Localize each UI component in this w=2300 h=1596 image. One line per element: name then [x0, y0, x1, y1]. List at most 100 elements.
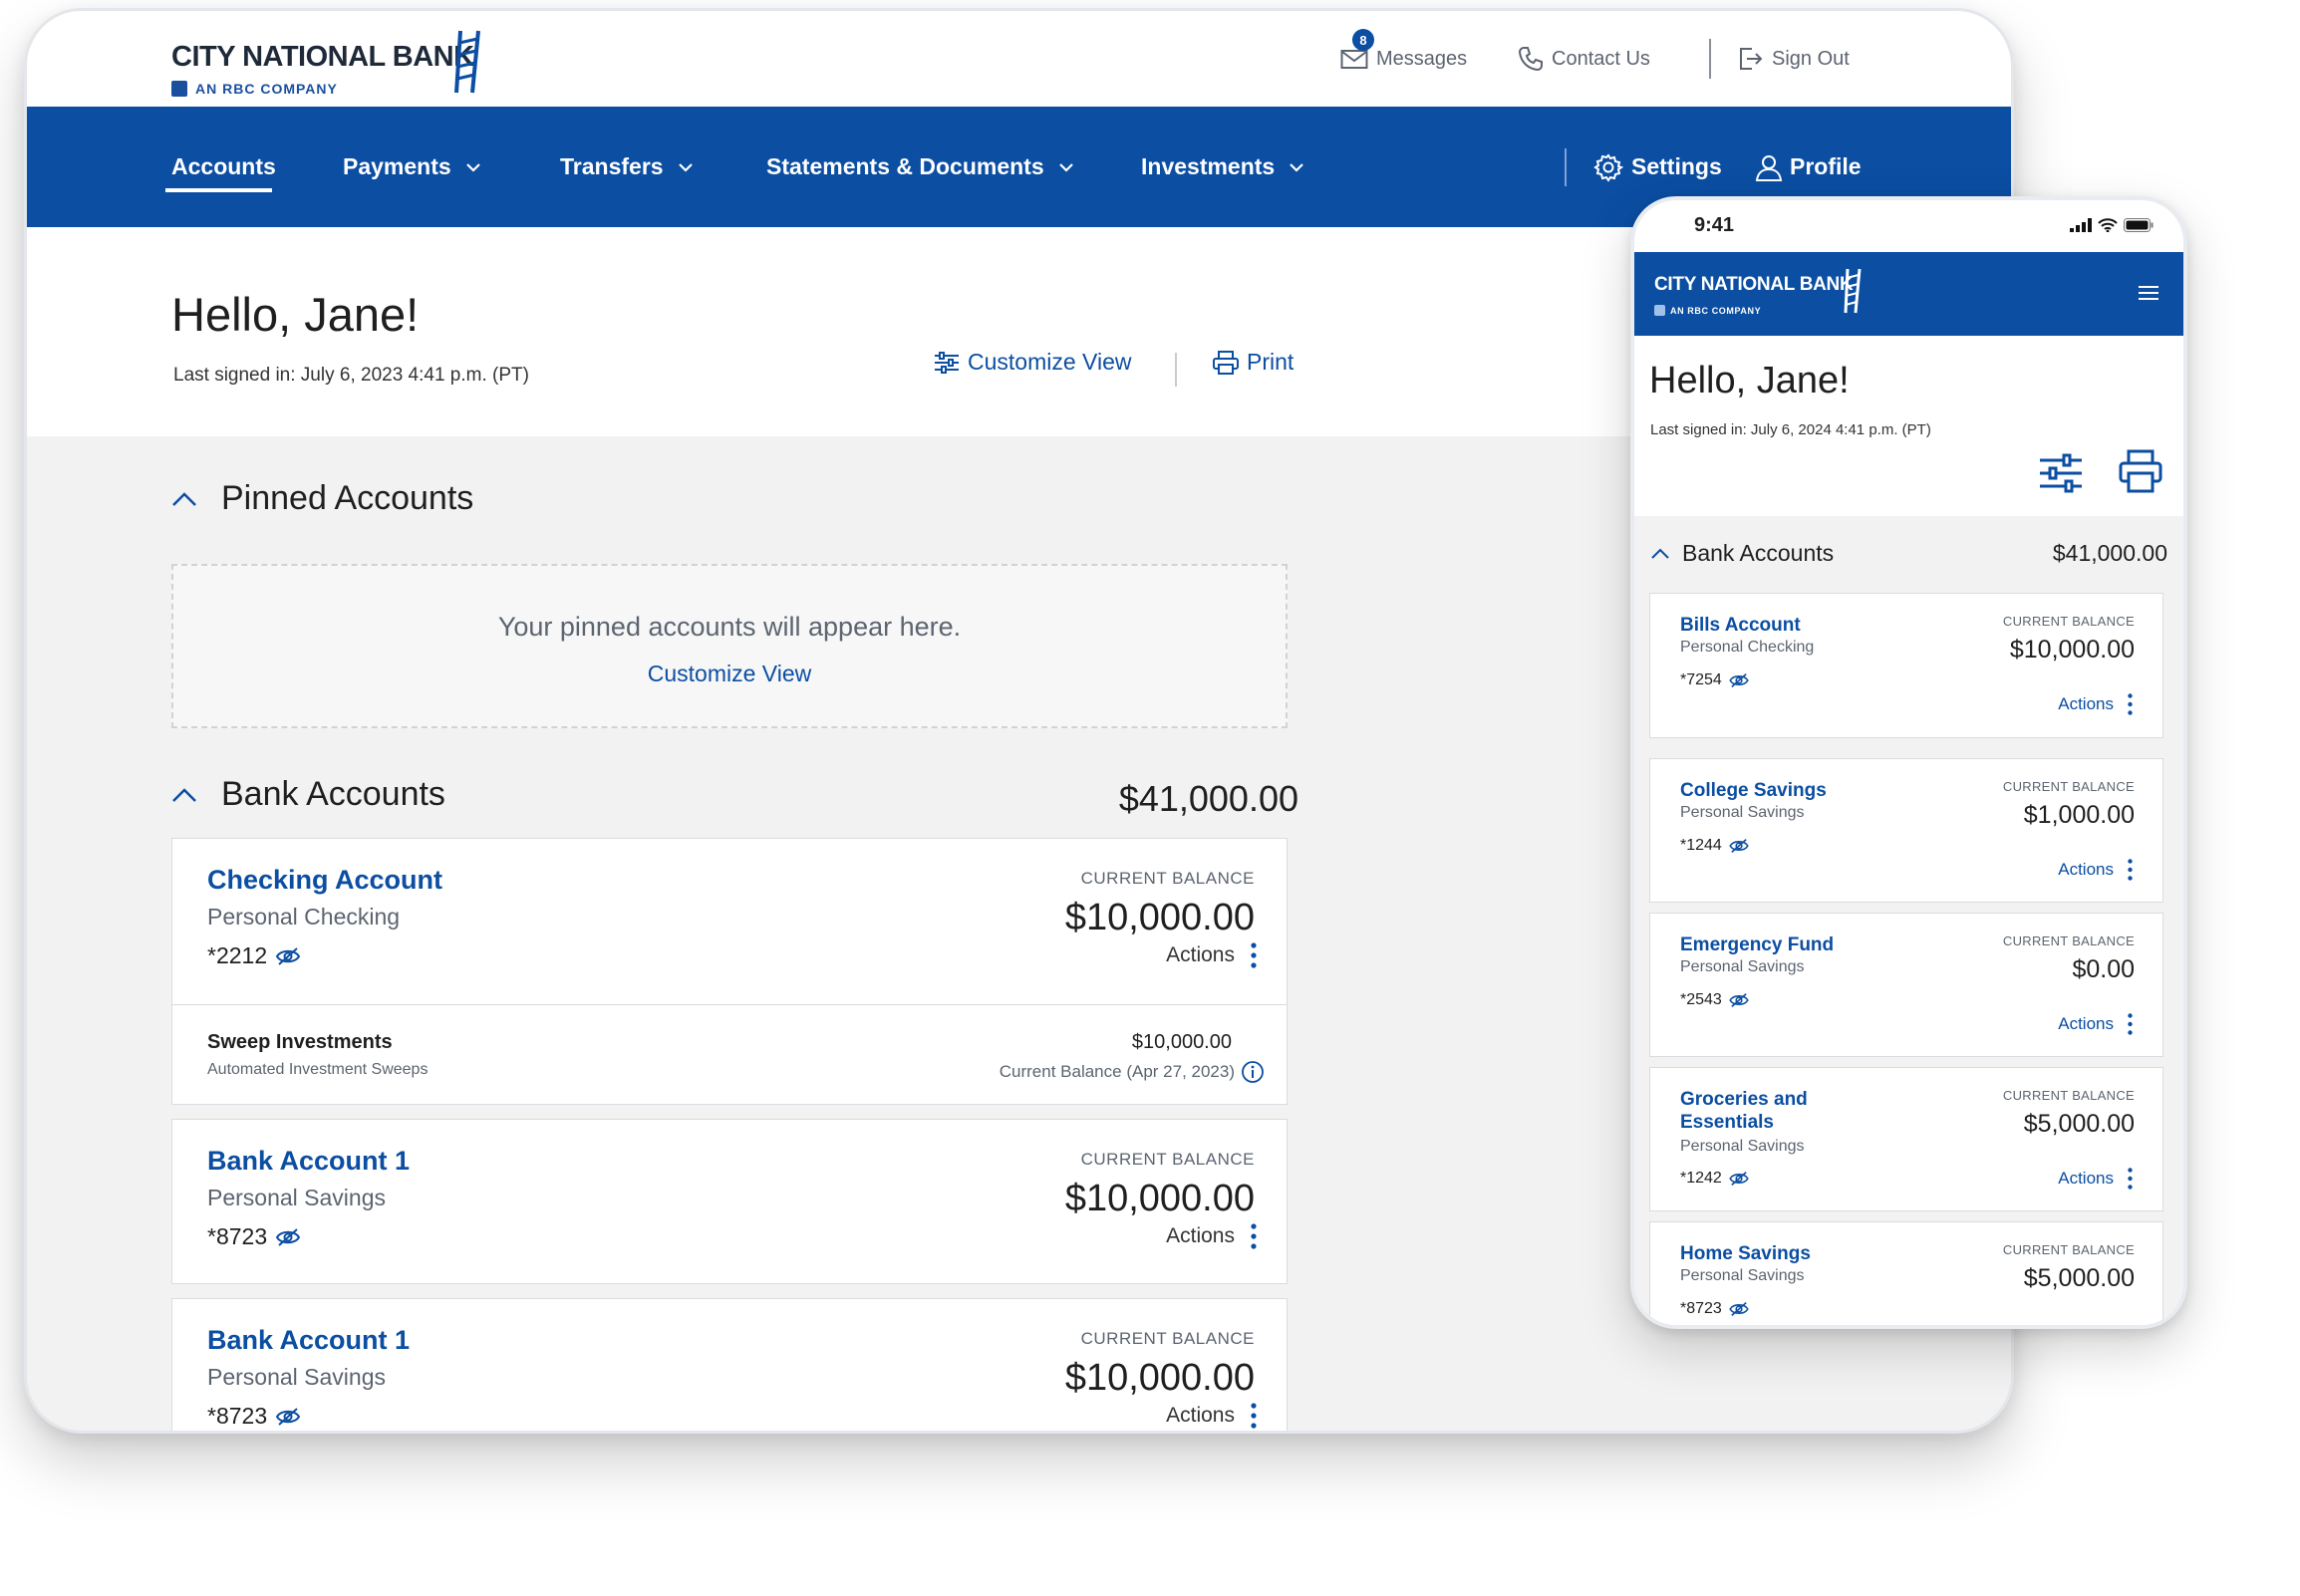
chevron-up-icon — [172, 491, 196, 506]
eye-slash-icon[interactable] — [1728, 1301, 1750, 1317]
wifi-icon — [2098, 218, 2118, 232]
mobile-status-bar: 9:41 — [1634, 200, 2183, 252]
sweep-balance-note: Current Balance (Apr 27, 2023) — [1000, 1060, 1265, 1084]
nav-payments[interactable]: Payments — [343, 107, 481, 227]
gear-icon — [1593, 152, 1623, 182]
actions-menu-button[interactable]: Actions — [2058, 1168, 2133, 1190]
actions-menu-button[interactable]: Actions — [1166, 1403, 1257, 1429]
account-number: *8723 — [207, 1223, 301, 1250]
chevron-down-icon — [465, 162, 480, 172]
nav-divider — [1565, 148, 1567, 186]
eye-slash-icon[interactable] — [1728, 672, 1750, 688]
account-number-text: *8723 — [207, 1403, 268, 1429]
eye-slash-icon[interactable] — [275, 946, 301, 966]
current-balance-value: $5,000.00 — [2023, 1110, 2135, 1138]
mobile-logo-wordmark[interactable]: City National Bank — [1654, 274, 1854, 296]
account-name-link[interactable]: Emergency Fund — [1680, 933, 1879, 956]
eye-slash-icon[interactable] — [275, 1227, 301, 1247]
rbc-mini-icon — [1654, 305, 1665, 316]
actions-label: Actions — [1166, 1404, 1235, 1427]
sliders-icon — [935, 351, 959, 374]
customize-view-link[interactable]: Customize View — [934, 349, 1131, 376]
actions-menu-button[interactable]: Actions — [2058, 693, 2133, 715]
pinned-accounts-title: Pinned Accounts — [221, 479, 474, 517]
account-name-link[interactable]: Home Savings — [1680, 1242, 1879, 1265]
account-number-text: *7254 — [1680, 671, 1722, 688]
account-number-text: *2212 — [207, 942, 268, 968]
page-title: Hello, Jane! — [171, 288, 420, 341]
sliders-icon[interactable] — [2038, 453, 2084, 493]
sweep-subtitle: Automated Investment Sweeps — [207, 1061, 429, 1078]
messages-count-badge: 8 — [1352, 29, 1374, 51]
chevron-up-icon — [172, 787, 196, 802]
eye-slash-icon[interactable] — [1728, 992, 1750, 1008]
mobile-header-bar: City National Bank AN RBC COMPANY — [1634, 252, 2183, 336]
mobile-account-card: Emergency Fund Personal Savings *2543 CU… — [1649, 913, 2163, 1057]
print-label: Print — [1247, 349, 1294, 375]
phone-icon — [1518, 47, 1543, 72]
nav-statements[interactable]: Statements & Documents — [766, 107, 1074, 227]
actions-menu-button[interactable]: Actions — [2058, 1013, 2133, 1035]
account-card: Checking Account Personal Checking *2212… — [171, 838, 1288, 1105]
eye-slash-icon[interactable] — [1728, 1171, 1750, 1187]
print-link[interactable]: Print — [1213, 349, 1294, 376]
account-name-link[interactable]: Bank Account 1 — [207, 1325, 410, 1356]
account-number: *8723 — [207, 1403, 301, 1430]
kebab-menu-icon — [2128, 1013, 2133, 1035]
mobile-accounts-list: Bank Accounts $41,000.00 Bills Account P… — [1634, 516, 2183, 1325]
chevron-down-icon — [678, 162, 693, 172]
current-balance-label: CURRENT BALANCE — [2002, 779, 2135, 794]
mobile-last-signed-in: Last signed in: July 6, 2024 4:41 p.m. (… — [1650, 421, 1931, 438]
account-type: Personal Savings — [1680, 1138, 1805, 1155]
account-name-link[interactable]: Checking Account — [207, 865, 442, 896]
account-summary: Checking Account Personal Checking *2212… — [172, 839, 1287, 1004]
printer-icon[interactable] — [2119, 449, 2162, 493]
account-number-text: *1244 — [1680, 837, 1722, 854]
kebab-menu-icon — [1251, 1223, 1257, 1249]
sign-out-link[interactable]: Sign Out — [1738, 11, 1850, 107]
actions-menu-button[interactable]: Actions — [2058, 859, 2133, 881]
current-balance-label: CURRENT BALANCE — [2002, 614, 2135, 629]
header-divider — [1175, 353, 1177, 387]
account-name-link[interactable]: Groceries and Essentials — [1680, 1088, 1879, 1134]
sign-out-icon — [1740, 48, 1763, 70]
account-name-link[interactable]: College Savings — [1680, 779, 1879, 802]
printer-icon — [1213, 350, 1239, 375]
mobile-page-title: Hello, Jane! — [1649, 360, 1850, 401]
actions-menu-button[interactable]: Actions — [1166, 1223, 1257, 1249]
nav-active-indicator — [165, 188, 272, 192]
eye-slash-icon[interactable] — [275, 1407, 301, 1427]
messages-label: Messages — [1376, 47, 1468, 70]
eye-slash-icon[interactable] — [1728, 838, 1750, 854]
messages-link[interactable]: Messages — [1340, 11, 1467, 107]
account-type: Personal Savings — [1680, 804, 1805, 821]
sweep-name: Sweep Investments — [207, 1031, 393, 1053]
nav-accounts[interactable]: Accounts — [171, 107, 276, 227]
hamburger-menu-icon[interactable] — [2138, 284, 2159, 302]
account-number-text: *8723 — [207, 1223, 268, 1249]
account-type: Personal Savings — [207, 1364, 386, 1390]
pinned-customize-view-link[interactable]: Customize View — [173, 661, 1286, 687]
actions-menu-button[interactable]: Actions — [1166, 942, 1257, 968]
account-name-link[interactable]: Bank Account 1 — [207, 1146, 410, 1177]
info-icon[interactable] — [1241, 1060, 1265, 1084]
contact-us-link[interactable]: Contact Us — [1518, 11, 1650, 107]
sign-out-label: Sign Out — [1772, 47, 1850, 70]
account-name-link[interactable]: Bills Account — [1680, 614, 1879, 637]
current-balance-label: CURRENT BALANCE — [2002, 1242, 2135, 1257]
current-balance-value: $0.00 — [2072, 955, 2135, 983]
kebab-menu-icon — [2128, 693, 2133, 715]
nav-investments[interactable]: Investments — [1141, 107, 1304, 227]
account-number: *8723 — [1680, 1300, 1750, 1318]
sweep-investments-row: Sweep Investments Automated Investment S… — [172, 1004, 1287, 1106]
current-balance-value: $10,000.00 — [1064, 897, 1255, 938]
bank-logo[interactable]: City National Bank AN RBC COMPANY — [171, 25, 480, 101]
pinned-accounts-toggle[interactable]: Pinned Accounts — [171, 479, 473, 518]
nav-transfers[interactable]: Transfers — [560, 107, 694, 227]
current-balance-value: $10,000.00 — [1064, 1357, 1255, 1399]
bank-accounts-toggle[interactable]: Bank Accounts — [171, 775, 445, 814]
mobile-bank-accounts-toggle[interactable]: Bank Accounts — [1650, 540, 1834, 567]
actions-label: Actions — [2058, 1014, 2114, 1033]
current-balance-label: CURRENT BALANCE — [1080, 1150, 1255, 1169]
kebab-menu-icon — [1251, 942, 1257, 968]
